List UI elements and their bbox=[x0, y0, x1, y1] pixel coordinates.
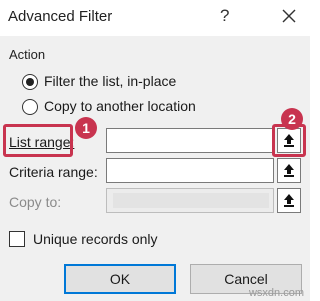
list-range-input[interactable] bbox=[106, 128, 274, 153]
title-bar: Advanced Filter ? bbox=[0, 0, 310, 36]
ok-button[interactable]: OK bbox=[64, 264, 176, 294]
collapse-dialog-arrow-icon bbox=[284, 164, 294, 177]
unique-records-label[interactable]: Unique records only bbox=[33, 231, 158, 247]
unique-records-checkbox[interactable] bbox=[9, 231, 25, 247]
advanced-filter-dialog: Advanced Filter ? Action Filter the list… bbox=[0, 0, 310, 301]
annotation-badge-2: 2 bbox=[281, 108, 303, 130]
annotation-badge-1: 1 bbox=[75, 117, 97, 139]
radio-selected-dot bbox=[26, 78, 34, 86]
copy-to-label: Copy to: bbox=[9, 194, 62, 210]
filter-in-place-label[interactable]: Filter the list, in-place bbox=[44, 73, 176, 89]
criteria-range-input[interactable] bbox=[106, 158, 274, 183]
criteria-range-label: Criteria range: bbox=[9, 164, 98, 180]
help-button[interactable]: ? bbox=[220, 6, 229, 26]
watermark: wsxdn.com bbox=[248, 287, 304, 299]
copy-to-location-label[interactable]: Copy to another location bbox=[44, 98, 196, 114]
copy-to-input bbox=[106, 188, 274, 213]
list-range-label-highlight bbox=[3, 124, 73, 157]
collapse-dialog-arrow-icon bbox=[284, 194, 294, 207]
filter-in-place-radio[interactable] bbox=[22, 74, 38, 90]
copy-to-location-radio[interactable] bbox=[22, 99, 38, 115]
copy-to-picker-button bbox=[277, 188, 301, 213]
criteria-range-picker-button[interactable] bbox=[277, 158, 301, 183]
close-icon bbox=[282, 9, 296, 23]
dialog-title: Advanced Filter bbox=[8, 8, 113, 25]
close-button[interactable] bbox=[278, 5, 300, 27]
copy-to-input-inner bbox=[113, 193, 269, 208]
action-group-label: Action bbox=[9, 47, 46, 62]
